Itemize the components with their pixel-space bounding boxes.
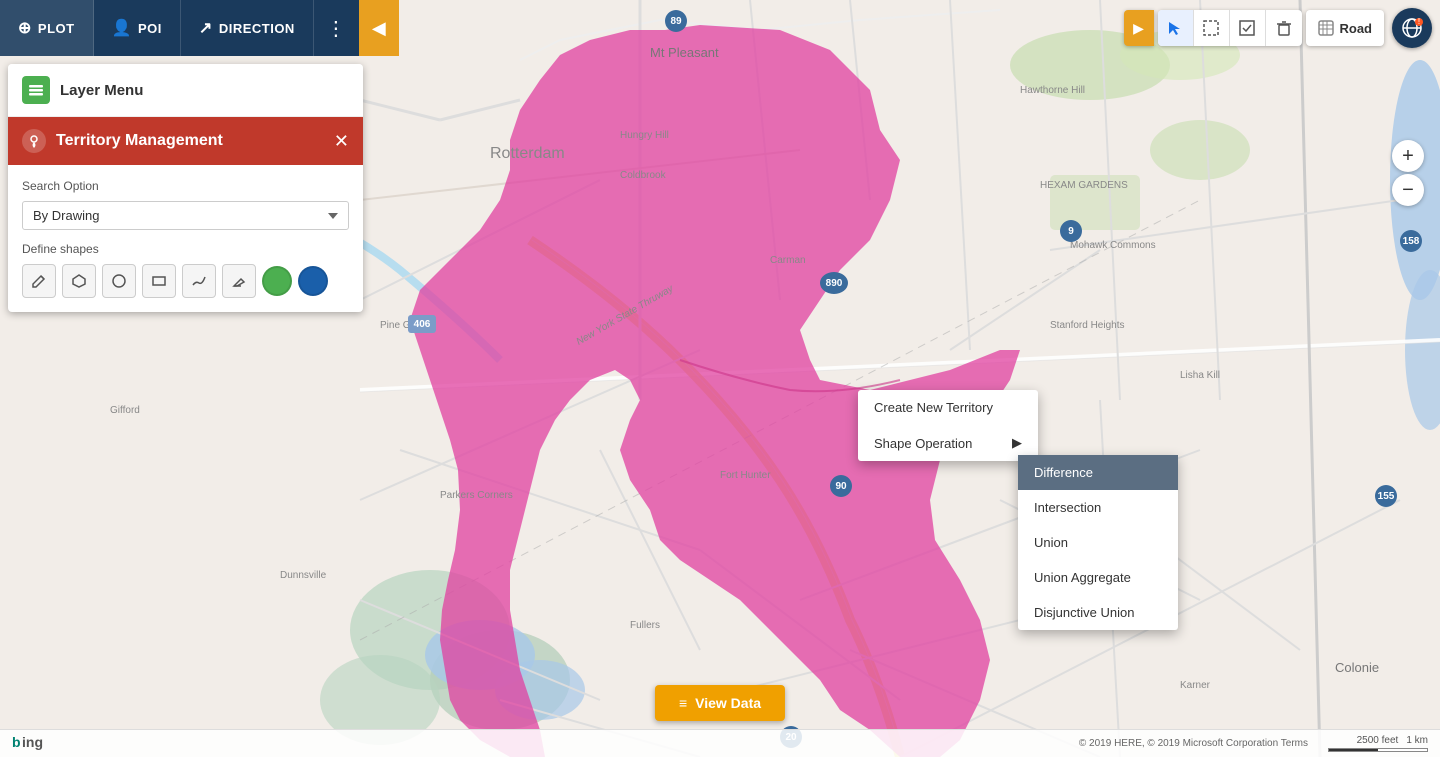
- view-data-icon: ≡: [679, 695, 687, 711]
- eraser-tool-button[interactable]: [222, 264, 256, 298]
- poi-icon: 👤: [112, 18, 132, 38]
- context-menu: Create New Territory Shape Operation ▶ D…: [858, 390, 1038, 461]
- freehand-tool-button[interactable]: [182, 264, 216, 298]
- shapes-toolbar: [22, 264, 349, 298]
- intersection-item[interactable]: Intersection: [1018, 490, 1178, 525]
- svg-text:!: !: [1418, 17, 1420, 26]
- create-new-territory-item[interactable]: Create New Territory: [858, 390, 1038, 425]
- bottom-bar: b ing © 2019 HERE, © 2019 Microsoft Corp…: [0, 729, 1440, 757]
- copyright-text: © 2019 HERE, © 2019 Microsoft Corporatio…: [1079, 738, 1308, 749]
- territory-title: Territory Management: [56, 132, 324, 150]
- scale-bar: 2500 feet 1 km: [1328, 735, 1428, 752]
- select-tool-button[interactable]: [1158, 10, 1194, 46]
- check-all-button[interactable]: [1230, 10, 1266, 46]
- difference-item[interactable]: Difference: [1018, 455, 1178, 490]
- color-blue-button[interactable]: [298, 266, 328, 296]
- search-option-label: Search Option: [22, 179, 349, 193]
- territory-header: Territory Management ✕: [8, 117, 363, 165]
- color-green-button[interactable]: [262, 266, 292, 296]
- bing-logo: b ing: [12, 734, 52, 753]
- road-view-button[interactable]: Road: [1306, 10, 1385, 46]
- direction-button[interactable]: ↗ DIRECTION: [181, 0, 314, 56]
- plot-icon: ⊕: [18, 18, 32, 38]
- zoom-out-button[interactable]: −: [1392, 174, 1424, 206]
- rectangle-tool-button[interactable]: [142, 264, 176, 298]
- box-select-icon: [1202, 19, 1220, 37]
- polygon-tool-button[interactable]: [62, 264, 96, 298]
- circle-tool-button[interactable]: [102, 264, 136, 298]
- toolbar-left: ⊕ PLOT 👤 POI ↗ DIRECTION ⋮: [0, 0, 359, 56]
- submenu: Difference Intersection Union Union Aggr…: [1018, 455, 1178, 630]
- shape-operation-item[interactable]: Shape Operation ▶ Difference Intersectio…: [858, 425, 1038, 461]
- delete-button[interactable]: [1266, 10, 1302, 46]
- left-panel: Layer Menu Territory Management ✕ Search…: [8, 64, 363, 312]
- union-aggregate-item[interactable]: Union Aggregate: [1018, 560, 1178, 595]
- svg-text:b: b: [12, 734, 21, 750]
- globe-icon: !: [1401, 17, 1423, 39]
- arrow-icon: ▶: [1133, 20, 1144, 37]
- submenu-arrow-icon: ▶: [1012, 435, 1022, 451]
- layer-icon: [22, 76, 50, 104]
- layer-menu-header: Layer Menu: [8, 64, 363, 117]
- plot-button[interactable]: ⊕ PLOT: [0, 0, 94, 56]
- road-icon: [1318, 20, 1334, 36]
- collapse-button[interactable]: ◀: [359, 0, 399, 56]
- close-button[interactable]: ✕: [334, 132, 349, 150]
- direction-icon: ↗: [199, 18, 213, 38]
- zoom-in-button[interactable]: +: [1392, 140, 1424, 172]
- union-item[interactable]: Union: [1018, 525, 1178, 560]
- select-icon: [1166, 19, 1184, 37]
- poi-button[interactable]: 👤 POI: [94, 0, 181, 56]
- define-shapes-label: Define shapes: [22, 242, 349, 256]
- toolbar-right: ▶: [1124, 8, 1433, 48]
- delete-icon: [1275, 19, 1293, 37]
- view-data-label: View Data: [695, 695, 761, 711]
- box-select-button[interactable]: [1194, 10, 1230, 46]
- road-label: Road: [1340, 21, 1373, 36]
- globe-button[interactable]: !: [1392, 8, 1432, 48]
- collapse-icon: ◀: [372, 18, 386, 39]
- territory-icon: [22, 129, 46, 153]
- more-icon: ⋮: [326, 16, 347, 41]
- search-select[interactable]: By Drawing: [22, 201, 349, 230]
- view-data-button[interactable]: ≡ View Data: [655, 685, 785, 721]
- disjunctive-union-item[interactable]: Disjunctive Union: [1018, 595, 1178, 630]
- svg-text:ing: ing: [22, 734, 43, 750]
- pencil-tool-button[interactable]: [22, 264, 56, 298]
- layer-menu-title: Layer Menu: [60, 82, 143, 99]
- check-all-icon: [1238, 19, 1256, 37]
- map-tools-group: [1158, 10, 1302, 46]
- zoom-controls: + −: [1392, 140, 1424, 206]
- expand-arrow-button[interactable]: ▶: [1124, 10, 1154, 46]
- panel-body: Search Option By Drawing Define shapes: [8, 165, 363, 312]
- more-button[interactable]: ⋮: [314, 0, 359, 56]
